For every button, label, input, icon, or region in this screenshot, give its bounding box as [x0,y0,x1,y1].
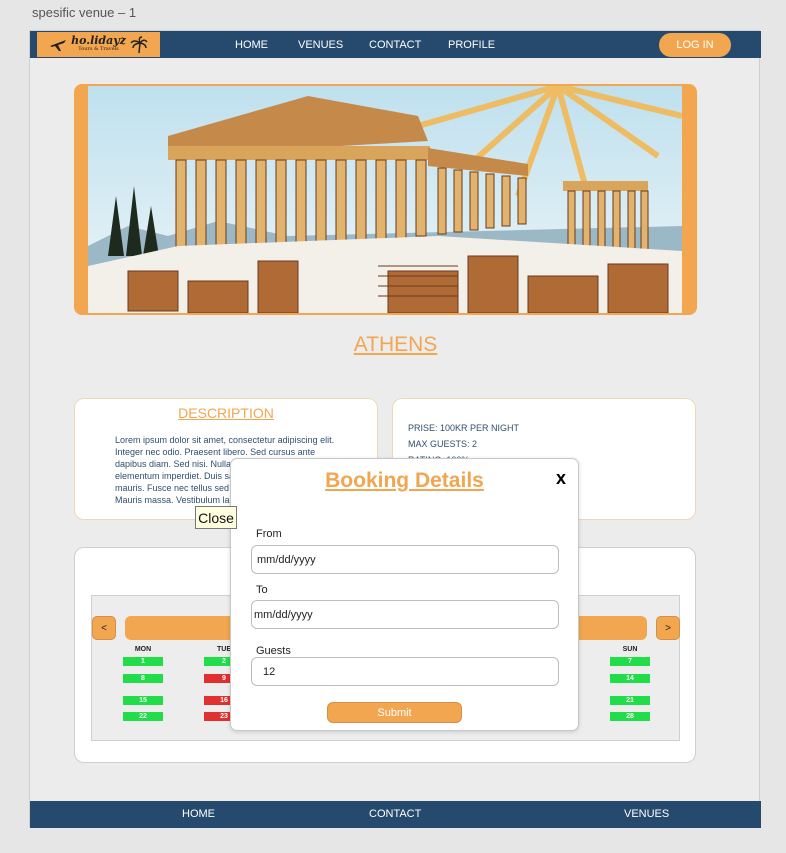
date-cell[interactable]: 14 [610,674,650,683]
max-guests-text: MAX GUESTS: 2 [408,439,478,449]
prev-month-button[interactable]: < [92,616,116,640]
price-text: PRISE: 100KR PER NIGHT [408,423,520,433]
footer-venues-link[interactable]: VENUES [624,808,669,820]
airplane-icon [50,39,67,51]
logo-tagline: Tours & Travels [78,45,119,52]
modal-title: Booking Details [325,469,484,492]
footer-home-link[interactable]: HOME [182,808,215,820]
booking-modal: Booking Details x From mm/dd/yyyy To mm/… [230,458,579,731]
from-label: From [256,528,282,540]
nav-profile[interactable]: PROFILE [448,39,495,51]
footer: HOME CONTACT VENUES [30,801,761,828]
venue-title: ATHENS [353,333,438,356]
guests-label: Guests [256,645,291,657]
close-tooltip: Close [195,506,237,529]
day-label-mon: MON [134,646,152,653]
parthenon-illustration [88,86,682,313]
to-date-input[interactable]: mm/dd/yyyy [251,600,559,629]
date-cell[interactable]: 7 [610,657,650,666]
day-label-sun: SUN [622,646,638,653]
description-title: DESCRIPTION [178,405,274,421]
nav-home[interactable]: HOME [235,39,268,51]
date-cell[interactable]: 22 [123,712,163,721]
date-cell[interactable]: 21 [610,696,650,705]
submit-button[interactable]: Submit [327,702,462,723]
to-label: To [256,584,268,596]
nav-venues[interactable]: VENUES [298,39,343,51]
next-month-button[interactable]: > [656,616,680,640]
login-button[interactable]: LOG IN [659,33,731,57]
date-cell[interactable]: 1 [123,657,163,666]
hero-image [74,84,697,315]
close-icon[interactable]: x [556,468,566,489]
date-cell[interactable]: 15 [123,696,163,705]
nav-contact[interactable]: CONTACT [369,39,421,51]
palm-tree-icon [130,35,148,53]
top-navbar: ho.lidayz Tours & Travels HOME VENUES CO… [30,31,761,58]
guests-input[interactable]: 12 [251,657,559,686]
logo[interactable]: ho.lidayz Tours & Travels [37,32,160,57]
from-date-input[interactable]: mm/dd/yyyy [251,545,559,574]
footer-contact-link[interactable]: CONTACT [369,808,421,820]
frame-label: spesific venue – 1 [32,5,137,20]
date-cell[interactable]: 8 [123,674,163,683]
date-cell[interactable]: 28 [610,712,650,721]
